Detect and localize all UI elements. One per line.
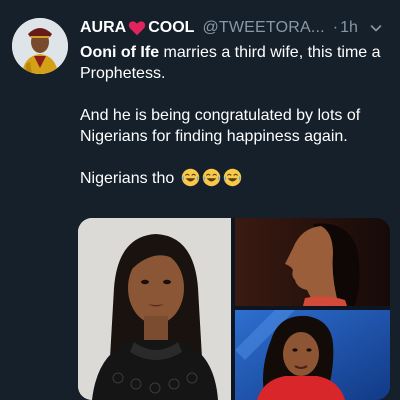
avatar[interactable] bbox=[12, 18, 68, 74]
mentioned-name: Ooni of Ife bbox=[80, 44, 160, 61]
photo-woman-portrait[interactable] bbox=[78, 218, 231, 400]
paragraph-2: And he is being congratulated by lots of… bbox=[80, 107, 361, 145]
face-with-tears-of-joy-icon bbox=[181, 168, 199, 187]
display-name-part-1[interactable]: AURA bbox=[80, 19, 126, 37]
photo-woman-outdoor[interactable] bbox=[235, 310, 390, 400]
user-handle[interactable]: @TWEETORA... bbox=[202, 19, 324, 37]
red-heart-icon bbox=[129, 21, 146, 36]
separator-dot: · bbox=[332, 19, 339, 36]
media-grid bbox=[78, 218, 390, 400]
face-with-tears-of-joy-icon bbox=[202, 168, 220, 187]
paragraph-3-text: Nigerians tho bbox=[80, 170, 175, 187]
tweet-text: Ooni of Ife marries a third wife, this t… bbox=[80, 42, 392, 210]
timestamp[interactable]: 1h bbox=[340, 19, 358, 37]
display-name-part-2[interactable]: COOL bbox=[148, 19, 194, 37]
chevron-down-icon[interactable] bbox=[370, 22, 382, 34]
paragraph-1: Ooni of Ife marries a third wife, this t… bbox=[80, 42, 392, 84]
face-with-tears-of-joy-icon bbox=[223, 168, 241, 187]
paragraph-3: Nigerians tho bbox=[80, 168, 392, 189]
photo-woman-profile[interactable] bbox=[235, 218, 390, 306]
tweet-header: AURA COOL @TWEETORA... · 1h bbox=[80, 16, 392, 40]
tweet-card[interactable]: AURA COOL @TWEETORA... · 1h Ooni of Ife … bbox=[0, 0, 400, 400]
